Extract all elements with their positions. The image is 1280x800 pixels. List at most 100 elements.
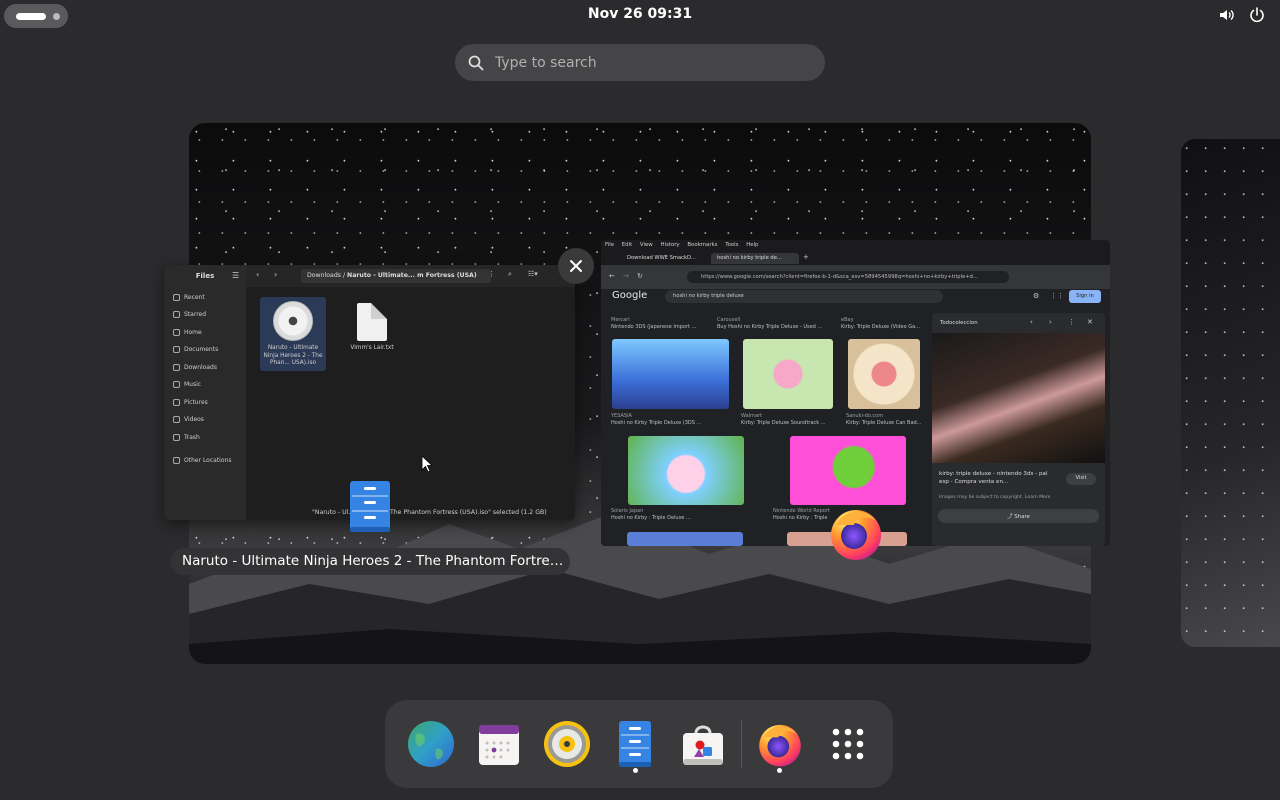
firefox-app-icon <box>831 510 881 560</box>
dash <box>385 700 893 788</box>
dock-separator <box>741 720 742 768</box>
result-image[interactable] <box>627 532 743 546</box>
sidebar-item-music[interactable]: Music <box>173 381 201 388</box>
result-caption[interactable]: Hoshi no Kirby : Triple ... <box>773 515 828 521</box>
preview-title[interactable]: kirby: triple deluxe - nintendo 3ds - pa… <box>939 471 1059 486</box>
path-menu-icon[interactable]: ⋮ <box>488 270 495 278</box>
result-source: Mercari <box>611 317 630 323</box>
result-image[interactable] <box>612 339 729 409</box>
sign-in-button[interactable]: Sign in <box>1069 290 1101 303</box>
result-caption[interactable]: Nintendo 3DS (Japanese Import ... <box>611 324 711 330</box>
tab-kirby[interactable]: hoshi no kirby triple de... <box>711 253 799 264</box>
activities-button[interactable] <box>4 4 68 28</box>
text-file-icon <box>357 303 387 341</box>
result-caption[interactable]: Kirby: Triple Deluxe Can Bad... <box>846 420 924 426</box>
forward-icon[interactable]: › <box>274 270 277 279</box>
browser-tabbar: Download WWE SmackD... hoshi no kirby tr… <box>601 251 1110 265</box>
path-current[interactable]: Naruto - Ultimate... m Fortress (USA) <box>347 272 477 279</box>
files-icon[interactable] <box>610 719 660 769</box>
result-source: eBay <box>841 317 854 323</box>
preview-source[interactable]: Todocoleccion <box>940 320 978 326</box>
close-icon[interactable]: ✕ <box>1087 318 1093 326</box>
star-icon <box>173 311 180 318</box>
result-image[interactable] <box>790 436 906 505</box>
path-parent[interactable]: Downloads <box>307 272 341 279</box>
browser-toolbar: ← → ↻ https://www.google.com/search?clie… <box>601 265 1110 289</box>
firefox-icon[interactable] <box>755 719 805 769</box>
sidebar-item-other-locations[interactable]: Other Locations <box>173 457 231 464</box>
system-tray[interactable] <box>1218 6 1266 24</box>
result-image[interactable] <box>628 436 744 505</box>
google-logo[interactable]: Google <box>612 290 647 301</box>
clock[interactable]: Nov 26 09:31 <box>540 6 740 22</box>
result-image[interactable] <box>743 339 833 409</box>
result-caption[interactable]: Buy Hoshi no Kirby Triple Deluxe - Used … <box>717 324 827 330</box>
result-image[interactable] <box>848 339 920 409</box>
view-options-icon[interactable]: ☷▾ <box>528 270 538 278</box>
app-grid-icon[interactable] <box>823 719 873 769</box>
menu-file[interactable]: File <box>605 242 614 248</box>
sidebar-item-recent[interactable]: Recent <box>173 294 205 301</box>
menu-edit[interactable]: Edit <box>622 242 632 248</box>
preview-image[interactable] <box>932 333 1105 463</box>
sidebar-item-home[interactable]: Home <box>173 329 202 336</box>
volume-icon[interactable] <box>1218 6 1236 24</box>
menu-bookmarks[interactable]: Bookmarks <box>687 242 717 248</box>
power-icon[interactable] <box>1248 6 1266 24</box>
reload-icon[interactable]: ↻ <box>637 272 643 280</box>
disc-image-icon <box>273 301 313 341</box>
search-bar[interactable] <box>455 44 825 81</box>
search-icon[interactable]: ⌕ <box>508 270 512 279</box>
search-input[interactable] <box>495 54 795 71</box>
new-tab-icon[interactable]: + <box>803 253 809 261</box>
picture-icon <box>173 399 180 406</box>
share-button[interactable]: ⤴ Share <box>938 509 1099 523</box>
sidebar-item-trash[interactable]: Trash <box>173 434 200 441</box>
document-icon <box>173 346 180 353</box>
forward-icon[interactable]: → <box>623 272 629 280</box>
result-caption[interactable]: Kirby: Triple Deluxe (Video Ga... <box>841 324 923 330</box>
close-window-button[interactable] <box>558 248 594 284</box>
result-source: Walmart <box>741 413 763 419</box>
back-icon[interactable]: ← <box>609 272 615 280</box>
back-icon[interactable]: ‹ <box>256 270 259 279</box>
menu-history[interactable]: History <box>660 242 679 248</box>
rhythmbox-icon[interactable] <box>542 719 592 769</box>
menu-help[interactable]: Help <box>746 242 758 248</box>
calendar-icon[interactable] <box>474 719 524 769</box>
apps-grid-icon[interactable]: ⋮⋮ <box>1050 292 1064 300</box>
sidebar-item-pictures[interactable]: Pictures <box>173 399 208 406</box>
url-bar[interactable]: https://www.google.com/search?client=fir… <box>687 271 1009 283</box>
result-caption[interactable]: Hoshi no Kirby : Triple Deluxe ... <box>611 515 731 521</box>
software-store-icon[interactable] <box>678 719 728 769</box>
sidebar-item-documents[interactable]: Documents <box>173 346 218 353</box>
file-item-iso[interactable]: Naruto - Ultimate Ninja Heroes 2 - The P… <box>260 297 326 371</box>
previous-icon[interactable]: ‹ <box>1030 318 1033 326</box>
workspace-indicator-active <box>16 13 46 20</box>
tab-wwe[interactable]: Download WWE SmackD... <box>621 253 709 264</box>
path-separator: / <box>342 272 346 279</box>
result-caption[interactable]: Hoshi no Kirby Triple Deluxe (3DS ... <box>611 420 726 426</box>
search-icon <box>468 55 484 70</box>
more-options-icon[interactable]: ⋮ <box>1068 318 1075 326</box>
file-item-txt[interactable]: Vimm's Lair.txt <box>339 299 405 353</box>
browser-globe-icon[interactable] <box>406 719 456 769</box>
workspace-thumbnail-next[interactable] <box>1181 139 1280 647</box>
settings-gear-icon[interactable]: ⚙ <box>1033 292 1039 300</box>
plus-icon <box>173 457 180 464</box>
sidebar-item-downloads[interactable]: Downloads <box>173 364 217 371</box>
menu-tools[interactable]: Tools <box>725 242 738 248</box>
result-caption[interactable]: Kirby: Triple Deluxe Soundtrack ... <box>741 420 831 426</box>
hamburger-menu-icon[interactable]: ☰ <box>232 271 239 280</box>
firefox-window[interactable]: File Edit View History Bookmarks Tools H… <box>601 240 1110 546</box>
google-search-box[interactable]: hoshi no kirby triple deluxe <box>665 290 943 303</box>
sidebar-item-videos[interactable]: Videos <box>173 416 204 423</box>
path-bar[interactable]: Downloads / Naruto - Ultimate... m Fortr… <box>301 269 491 283</box>
workspace-indicator <box>53 13 60 20</box>
next-icon[interactable]: › <box>1049 318 1052 326</box>
visit-button[interactable]: Visit <box>1066 473 1096 485</box>
menu-view[interactable]: View <box>640 242 653 248</box>
google-header: Google hoshi no kirby triple deluxe ⚙ ⋮⋮… <box>601 289 1110 307</box>
sidebar-item-starred[interactable]: Starred <box>173 311 206 318</box>
music-icon <box>173 381 180 388</box>
